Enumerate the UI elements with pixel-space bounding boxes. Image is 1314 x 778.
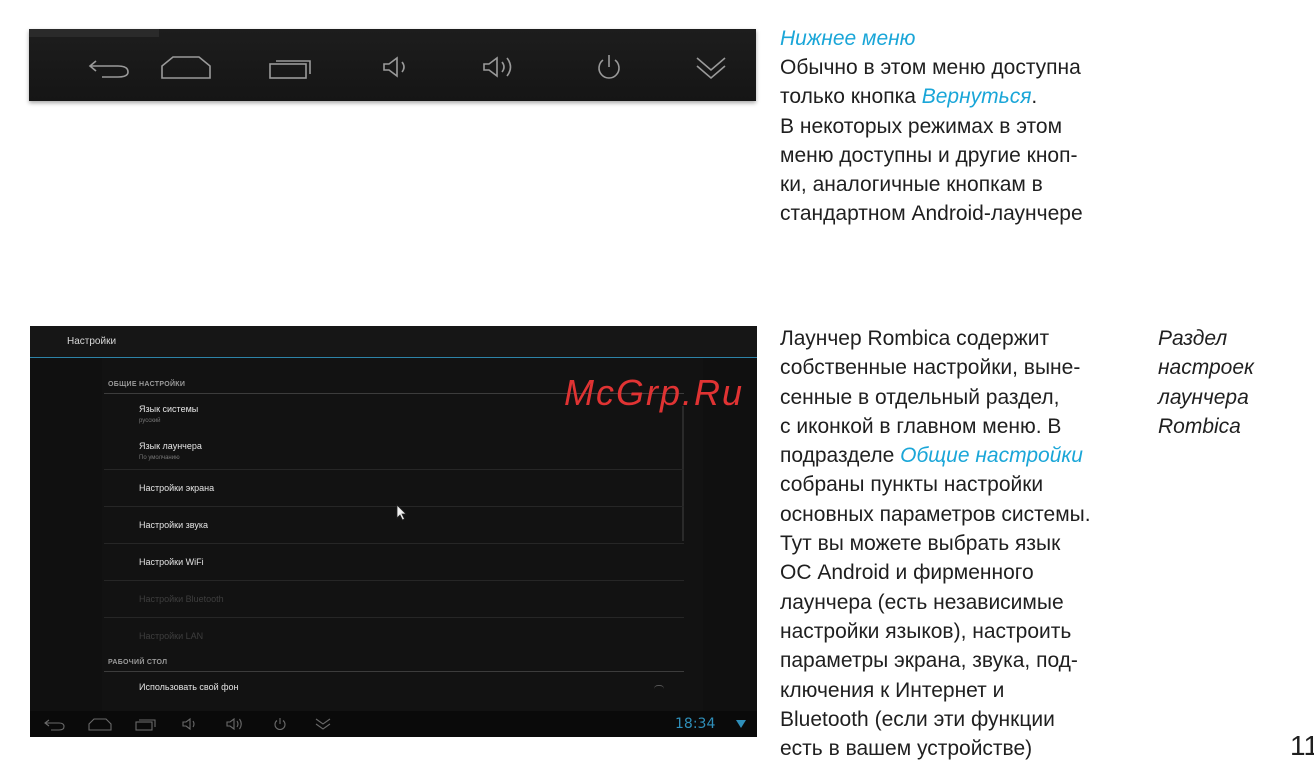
side-note-line: лаунчера (1158, 385, 1249, 409)
scrollbar[interactable] (682, 406, 684, 541)
collapse-icon (696, 57, 726, 80)
text-line: В некоторых режимах в этом (780, 114, 1063, 138)
text-line: с иконкой в главном меню. В (780, 414, 1062, 438)
text-line: собраны пункты настройки (780, 473, 1044, 497)
back-term: Вернуться (921, 85, 1032, 109)
wifi-settings-item[interactable]: Настройки WiFi (139, 557, 204, 567)
wallpaper-checkbox[interactable] (654, 685, 664, 692)
nav-menu-caption: Нижнее меню (780, 27, 916, 50)
system-language-value: русский (139, 418, 161, 424)
section-divider (104, 671, 684, 672)
volume-down-icon[interactable] (182, 717, 198, 731)
item-divider (104, 617, 684, 618)
volume-up-icon[interactable] (226, 717, 244, 731)
text-line: сенные в отдельный раздел, (780, 385, 1060, 409)
text-line: параметры экрана, звука, под- (780, 649, 1078, 673)
text-line: подразделе Общие настройки (780, 441, 1140, 470)
wifi-signal-icon (736, 720, 746, 728)
item-divider (104, 469, 684, 470)
collapse-button[interactable] (681, 49, 741, 85)
back-icon[interactable] (44, 717, 66, 731)
mouse-cursor-icon (396, 504, 407, 521)
left-panel (30, 358, 102, 711)
home-icon[interactable] (88, 717, 112, 731)
text-line: настройки языков), настроить (780, 619, 1072, 643)
page-number: 11 (1290, 730, 1314, 761)
text-line: Обычно в этом меню доступна (780, 56, 1081, 79)
watermark: McGrp.Ru (564, 372, 745, 413)
item-divider (104, 580, 684, 581)
system-language-item[interactable]: Язык системы (139, 404, 198, 414)
side-note: Раздел настроек лаунчера Rombica (1158, 324, 1308, 441)
text-line: лаунчера (есть независимые (780, 590, 1064, 614)
back-button[interactable] (81, 49, 141, 85)
launcher-language-value: По умолчанию (139, 455, 180, 461)
settings-title: Настройки (67, 336, 117, 347)
recent-apps-icon[interactable] (135, 717, 157, 731)
settings-header: Настройки (30, 326, 757, 358)
item-divider (104, 543, 684, 544)
back-icon (88, 60, 129, 78)
item-divider (104, 506, 684, 507)
text-line: ключения к Интернет и (780, 678, 1005, 702)
text-line: только кнопка Вернуться. (780, 82, 1140, 111)
power-icon (598, 55, 620, 79)
text-line: основных параметров системы. (780, 502, 1091, 526)
text-line: собственные настройки, выне- (780, 356, 1081, 380)
text-line: меню доступны и другие кноп- (780, 143, 1078, 167)
section-general-settings: ОБЩИЕ НАСТРОЙКИ (108, 381, 186, 388)
launcher-language-item[interactable]: Язык лаунчера (139, 441, 202, 451)
volume-down-icon (383, 56, 405, 78)
volume-up-button[interactable] (470, 49, 530, 85)
side-note-line: Rombica (1158, 414, 1241, 438)
home-icon (161, 56, 211, 79)
volume-down-button[interactable] (368, 49, 428, 85)
nav-menu-description: Обычно в этом меню доступна только кнопк… (780, 53, 1140, 229)
text-line: Bluetooth (если эти функции (780, 707, 1055, 731)
system-navigation-bar: 18:34 (30, 711, 757, 737)
text-line: Лаунчер Rombica содержит (780, 327, 1050, 350)
custom-wallpaper-item[interactable]: Использовать свой фон (139, 682, 239, 692)
text-line: стандартном Android-лаунчере (780, 202, 1083, 226)
text-line: ки, аналогичные кнопкам в (780, 173, 1043, 197)
screen-settings-item[interactable]: Настройки экрана (139, 483, 214, 493)
text-line: есть в вашем устройстве) (780, 737, 1033, 761)
status-strip (29, 29, 159, 37)
text-fragment: . (1031, 85, 1038, 109)
volume-up-icon (483, 56, 512, 78)
power-icon[interactable] (273, 717, 287, 731)
text-fragment: подразделе (780, 444, 901, 468)
section-desktop: РАБОЧИЙ СТОЛ (108, 659, 168, 666)
recent-apps-button[interactable] (261, 49, 321, 85)
power-button[interactable] (579, 49, 639, 85)
text-line: ОС Android и фирменного (780, 561, 1034, 585)
clock: 18:34 (675, 716, 716, 732)
text-line: Тут вы можете выбрать язык (780, 532, 1061, 556)
navigation-bar-screenshot (29, 29, 756, 101)
recent-apps-icon (269, 60, 311, 79)
home-button[interactable] (156, 49, 216, 85)
side-note-line: настроек (1158, 356, 1254, 380)
lan-settings-item[interactable]: Настройки LAN (139, 631, 203, 641)
collapse-icon[interactable] (315, 717, 331, 731)
sound-settings-item[interactable]: Настройки звука (139, 520, 208, 530)
general-settings-term: Общие настройки (900, 444, 1083, 468)
text-fragment: только кнопка (780, 85, 922, 109)
side-note-line: Раздел (1158, 327, 1228, 350)
launcher-settings-description: Лаунчер Rombica содержит собственные нас… (780, 324, 1140, 763)
bluetooth-settings-item[interactable]: Настройки Bluetooth (139, 594, 224, 604)
